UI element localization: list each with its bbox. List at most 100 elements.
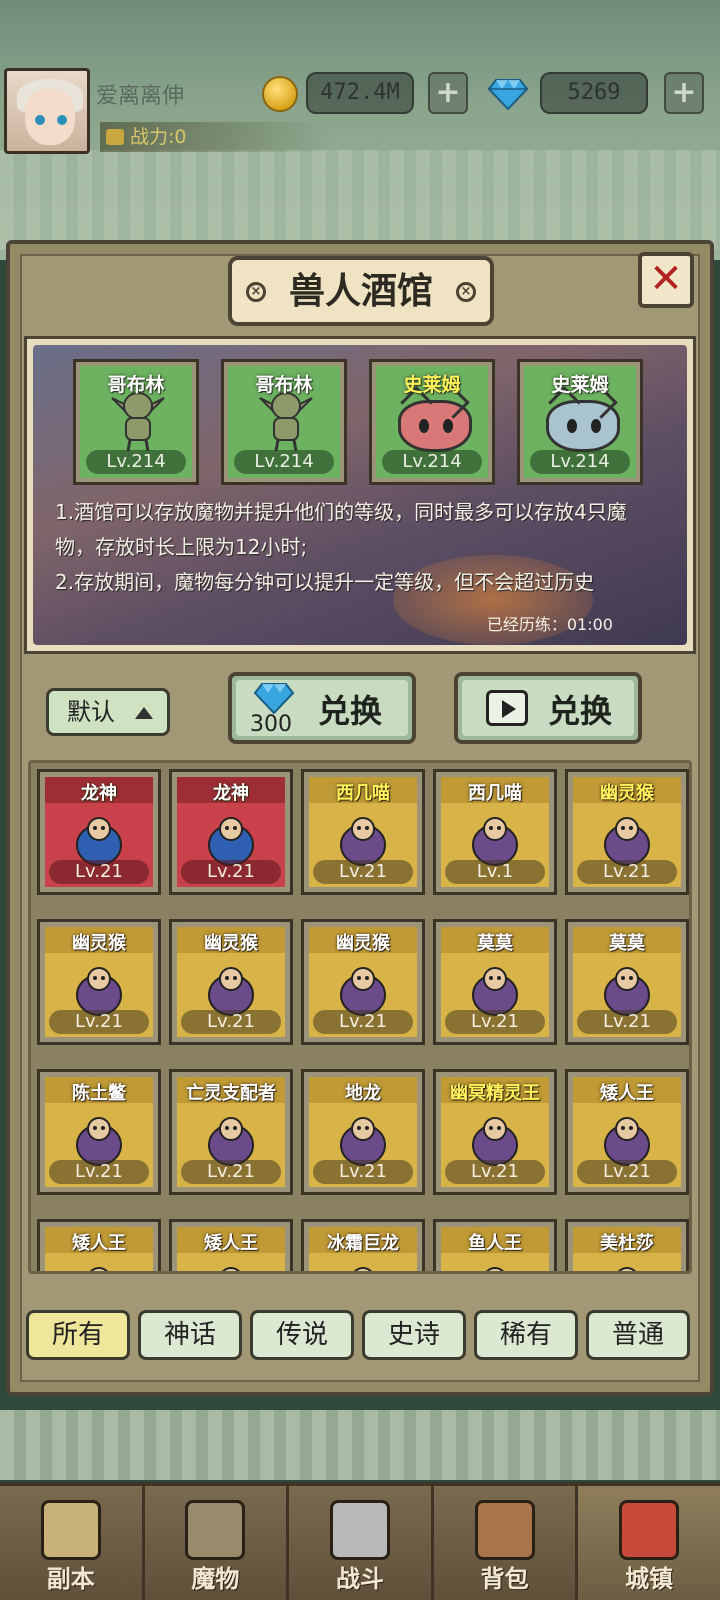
card-background: 亡灵支配者 Lv.21	[177, 1077, 285, 1187]
monster-card[interactable]: 龙神 Lv.21	[169, 769, 293, 895]
slot-monster-level: Lv.214	[530, 450, 630, 474]
slime-portrait-icon	[398, 400, 472, 452]
nav-backpack[interactable]: 背包	[433, 1486, 579, 1600]
monster-card[interactable]: 幽冥精灵王 Lv.21	[433, 1069, 557, 1195]
tavern-slot[interactable]: 史莱姆 Lv.214	[517, 359, 643, 485]
gem-exchange-button[interactable]: 300 兑换	[228, 672, 416, 744]
nav-town-shop[interactable]: 城镇	[578, 1486, 720, 1600]
monster-name: 矮人王	[600, 1083, 654, 1104]
monster-level: Lv.21	[577, 860, 677, 884]
monster-card[interactable]: 冰霜巨龙	[301, 1219, 425, 1271]
power-icon	[106, 129, 124, 145]
nav-label: 副本	[46, 1565, 95, 1593]
monster-card[interactable]: 矮人王 Lv.21	[565, 1069, 689, 1195]
monster-level: Lv.21	[181, 1010, 281, 1034]
nav-map-scroll[interactable]: 副本	[0, 1486, 145, 1600]
nav-monster-helmet[interactable]: 魔物	[144, 1486, 290, 1600]
monster-name: 亡灵支配者	[186, 1083, 276, 1104]
monster-level: Lv.21	[313, 1010, 413, 1034]
nav-label: 背包	[480, 1565, 529, 1593]
nav-crossed-swords[interactable]: 战斗	[289, 1486, 434, 1600]
slot-monster-name: 哥布林	[107, 374, 165, 396]
monster-card[interactable]: 幽灵猴 Lv.21	[565, 769, 689, 895]
monster-name: 矮人王	[204, 1233, 258, 1254]
monster-name: 幽灵猴	[336, 933, 390, 954]
monster-portrait-icon	[222, 1267, 240, 1271]
monster-card[interactable]: 鱼人王	[433, 1219, 557, 1271]
monster-card[interactable]: 龙神 Lv.21	[37, 769, 161, 895]
background-crowd	[0, 150, 720, 250]
close-button[interactable]: ✕	[638, 252, 694, 308]
filter-tab[interactable]: 普通	[586, 1310, 690, 1360]
monster-card[interactable]: 幽灵猴 Lv.21	[37, 919, 161, 1045]
filter-tab[interactable]: 所有	[26, 1310, 130, 1360]
slot-background: 哥布林 Lv.214	[228, 366, 340, 478]
monster-card[interactable]: 幽灵猴 Lv.21	[301, 919, 425, 1045]
tavern-slot[interactable]: 哥布林 Lv.214	[221, 359, 347, 485]
monster-level: Lv.21	[313, 860, 413, 884]
monster-portrait-icon	[486, 1267, 504, 1271]
filter-tab[interactable]: 神话	[138, 1310, 242, 1360]
nav-label: 城镇	[625, 1565, 674, 1593]
tavern-slot[interactable]: 哥布林 Lv.214	[73, 359, 199, 485]
card-background: 莫莫 Lv.21	[441, 927, 549, 1037]
filter-tab[interactable]: 传说	[250, 1310, 354, 1360]
slot-monster-level: Lv.214	[382, 450, 482, 474]
add-gems-button[interactable]: +	[664, 72, 704, 114]
card-background: 地龙 Lv.21	[309, 1077, 417, 1187]
goblin-portrait-icon	[259, 392, 313, 452]
monster-card[interactable]: 矮人王	[37, 1219, 161, 1271]
gem-cost: 300	[250, 712, 292, 737]
monster-level: Lv.21	[49, 860, 149, 884]
monster-portrait-icon	[618, 1267, 636, 1271]
monster-card[interactable]: 幽灵猴 Lv.21	[169, 919, 293, 1045]
monster-card[interactable]: 西几喵 Lv.21	[301, 769, 425, 895]
monster-name: 幽冥精灵王	[450, 1083, 540, 1104]
monster-card[interactable]: 莫莫 Lv.21	[433, 919, 557, 1045]
ad-exchange-button[interactable]: 兑换	[454, 672, 642, 744]
rule-line-2: 2.存放期间，魔物每分钟可以提升一定等级，但不会超过历史	[55, 570, 595, 594]
nav-label: 魔物	[191, 1565, 240, 1593]
monster-level: Lv.21	[313, 1160, 413, 1184]
monster-card[interactable]: 美杜莎	[565, 1219, 689, 1271]
slot-monster-name: 哥布林	[255, 374, 313, 396]
crossed-swords-icon	[329, 1500, 390, 1560]
card-background: 幽灵猴 Lv.21	[177, 927, 285, 1037]
slot-monster-level: Lv.214	[234, 450, 334, 474]
monster-card[interactable]: 矮人王	[169, 1219, 293, 1271]
avatar-eye	[57, 115, 67, 125]
exchange-label: 兑换	[548, 692, 613, 730]
slime-portrait-icon	[546, 400, 620, 452]
tavern-slot[interactable]: 史莱姆 Lv.214	[369, 359, 495, 485]
card-background: 西几喵 Lv.1	[441, 777, 549, 887]
monster-card[interactable]: 陈土鳖 Lv.21	[37, 1069, 161, 1195]
monster-card[interactable]: 地龙 Lv.21	[301, 1069, 425, 1195]
monster-name: 鱼人王	[468, 1233, 522, 1254]
monster-card[interactable]: 西几喵 Lv.1	[433, 769, 557, 895]
player-avatar[interactable]	[4, 68, 90, 154]
monster-list[interactable]: 龙神 Lv.21 龙神 Lv.21 西几喵 Lv.21 西几喵 Lv.1 幽灵猴 Lv.2…	[28, 760, 692, 1274]
tavern-panel: × 兽人酒馆 × ✕ 哥布林 Lv.214 哥布林 Lv.214 史莱姆 Lv.214 史…	[6, 240, 714, 1396]
elapsed-time: 已经历练：01:00	[486, 615, 613, 634]
bolt-icon: ×	[456, 282, 476, 302]
monster-card[interactable]: 莫莫 Lv.21	[565, 919, 689, 1045]
filter-tab[interactable]: 稀有	[474, 1310, 578, 1360]
monster-level: Lv.21	[181, 860, 281, 884]
monster-card[interactable]: 亡灵支配者 Lv.21	[169, 1069, 293, 1195]
card-background: 龙神 Lv.21	[45, 777, 153, 887]
monster-name: 龙神	[81, 783, 117, 804]
card-background: 幽灵猴 Lv.21	[573, 777, 681, 887]
sort-dropdown[interactable]: 默认	[46, 688, 170, 736]
avatar-eye	[35, 115, 45, 125]
monster-name: 幽灵猴	[204, 933, 258, 954]
add-gold-button[interactable]: +	[428, 72, 468, 114]
slot-monster-name: 史莱姆	[403, 374, 461, 396]
filter-tab[interactable]: 史诗	[362, 1310, 466, 1360]
monster-portrait-icon	[354, 1267, 372, 1271]
sort-label: 默认	[67, 698, 115, 726]
card-background: 幽灵猴 Lv.21	[45, 927, 153, 1037]
goblin-portrait-icon	[111, 392, 165, 452]
triangle-up-icon	[135, 707, 153, 719]
monster-portrait-icon	[90, 1267, 108, 1271]
card-background: 矮人王 Lv.21	[573, 1077, 681, 1187]
